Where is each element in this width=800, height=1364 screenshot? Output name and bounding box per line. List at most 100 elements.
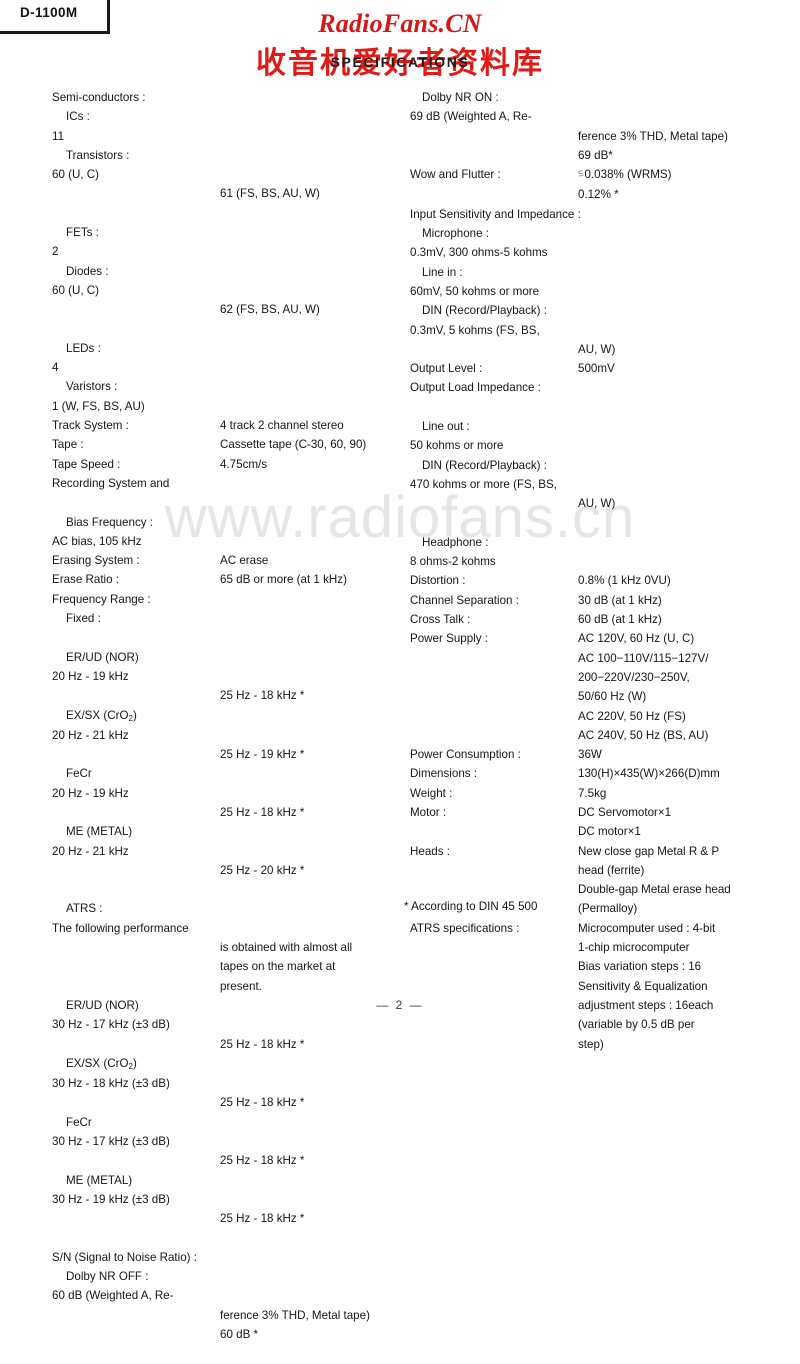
spec-value: 36W	[578, 748, 602, 762]
spec-label: ATRS :	[66, 902, 103, 916]
spec-value: AC bias, 105 kHz	[52, 534, 142, 548]
spec-row: AU, W)	[410, 494, 785, 513]
spec-label: Line in :	[422, 265, 463, 279]
spec-value: ference 3% THD, Metal tape)	[578, 129, 728, 143]
spec-label: Heads :	[410, 844, 450, 858]
spec-value: (Permalloy)	[578, 902, 638, 916]
spec-value: 60 dB *	[220, 1328, 259, 1341]
spec-row: DIN (Record/Playback) : 0.3mV, 5 kohms (F…	[410, 301, 785, 340]
spec-label: Erase Ratio :	[52, 573, 120, 587]
spec-value: 65 dB or more (at 1 kHz)	[220, 573, 347, 587]
spec-label: Dimensions :	[410, 767, 478, 781]
spec-row: ME (METAL) 20 Hz - 21 kHz	[52, 822, 397, 861]
spec-row: Microphone : 0.3mV, 300 ohms-5 kohms	[410, 224, 785, 263]
spec-row: FeCr 20 Hz - 19 kHz	[52, 764, 397, 803]
spec-label: Tape Speed :	[52, 457, 121, 471]
spec-label	[52, 1209, 220, 1228]
spec-label: Microphone :	[422, 227, 490, 241]
spec-label: Distortion :	[410, 574, 466, 588]
spec-value: 30 Hz - 18 kHz (±3 dB)	[52, 1077, 170, 1091]
spec-value: 25 Hz - 18 kHz *	[220, 805, 305, 819]
spec-label: Headphone :	[422, 535, 489, 549]
spec-row: 25 Hz - 18 kHz *	[52, 1151, 397, 1170]
spec-label	[410, 668, 578, 687]
spec-row: 50/60 Hz (W)	[410, 687, 785, 706]
spec-label	[410, 340, 578, 359]
spec-row: Bias variation steps : 16	[410, 957, 785, 976]
spec-label: FeCr	[66, 767, 92, 781]
spec-value: 470 kohms or more (FS, BS,	[410, 477, 557, 491]
spec-row: S/N (Signal to Noise Ratio) :	[52, 1248, 397, 1267]
spec-value: Bias variation steps : 16	[578, 960, 702, 974]
spec-row: 200−220V/230−250V,	[410, 668, 785, 687]
spec-row: ATRS : The following performance	[52, 899, 397, 938]
spec-row: Sensitivity & Equalization	[410, 977, 785, 996]
spec-value: 20 Hz - 21 kHz	[52, 728, 129, 742]
spec-value: 69 dB*	[578, 148, 613, 162]
spec-row: 0.12% *	[410, 185, 785, 204]
spec-row: EX/SX (CrO2) 30 Hz - 18 kHz (±3 dB)	[52, 1054, 397, 1094]
footnote: * According to DIN 45 500	[404, 900, 538, 913]
spec-row: Dolby NR ON : 69 dB (Weighted A, Re-	[410, 88, 785, 127]
spec-label	[410, 957, 578, 976]
spec-row: ICs :11	[52, 107, 397, 146]
spec-label: FeCr	[66, 1115, 92, 1129]
spec-value: 30 dB (at 1 kHz)	[578, 593, 662, 607]
spec-label	[52, 745, 220, 764]
spec-row: AC 240V, 50 Hz (BS, AU)	[410, 726, 785, 745]
spec-value: 20 Hz - 19 kHz	[52, 786, 129, 800]
spec-value: head (ferrite)	[578, 863, 645, 877]
spec-value: 69 dB (Weighted A, Re-	[410, 110, 532, 124]
spec-label	[410, 185, 578, 204]
page-number: — 2 —	[376, 998, 424, 1012]
spec-value: tapes on the market at	[220, 960, 336, 974]
spec-row: Distortion : 0.8% (1 kHz 0VU)	[410, 571, 785, 590]
spec-value: Cassette tape (C-30, 60, 90)	[220, 438, 367, 452]
spec-label: Frequency Range :	[52, 592, 151, 606]
spec-label	[410, 822, 578, 841]
spec-label	[410, 494, 578, 513]
spec-label	[410, 649, 578, 668]
spec-row: Dimensions : 130(H)×435(W)×266(D)mm	[410, 764, 785, 783]
spec-value: 25 Hz - 20 kHz *	[220, 863, 305, 877]
spec-label: Semi-conductors :	[52, 91, 146, 104]
spec-label: EX/SX (CrO2)	[66, 1056, 137, 1071]
spec-label: Output Load Impedance :	[410, 381, 541, 395]
spec-row: ference 3% THD, Metal tape)	[52, 1306, 397, 1325]
spec-row: Heads : New close gap Metal R & P	[410, 842, 785, 861]
spec-label: Recording System and	[52, 476, 170, 490]
spec-value: DC Servomotor×1	[578, 805, 672, 819]
spec-label	[52, 1325, 220, 1344]
spec-row: Headphone : 8 ohms-2 kohms	[410, 533, 785, 572]
spec-row: 25 Hz - 18 kHz *	[52, 1035, 397, 1054]
spec-row: Track System : 4 track 2 channel stereo	[52, 416, 397, 435]
watermark-radiofans-en: RadioFans.CN	[318, 9, 482, 38]
spec-value: ference 3% THD, Metal tape)	[220, 1308, 370, 1322]
spec-row: Power Consumption : 36W	[410, 745, 785, 764]
spec-value: Sensitivity & Equalization	[578, 979, 708, 993]
spec-row: Channel Separation : 30 dB (at 1 kHz)	[410, 591, 785, 610]
spec-value: 60 dB (Weighted A, Re-	[52, 1289, 174, 1303]
spec-row: tapes on the market at	[52, 957, 397, 976]
spec-label	[52, 1035, 220, 1054]
spec-label	[410, 977, 578, 996]
spec-value: 0.8% (1 kHz 0VU)	[578, 574, 671, 588]
spec-value: 20 Hz - 21 kHz	[52, 844, 129, 858]
spec-label	[52, 300, 220, 319]
spec-row: 25 Hz - 19 kHz *	[52, 745, 397, 764]
spec-label	[410, 861, 578, 880]
spec-label	[410, 127, 578, 146]
spec-value: ≤0.038% (WRMS)	[577, 165, 783, 185]
spec-value: 50 kohms or more	[410, 439, 504, 453]
spec-value: 0.3mV, 300 ohms-5 kohms	[410, 246, 548, 260]
spec-row: Varistors : 1 (W, FS, BS, AU)	[52, 377, 397, 416]
spec-label: Dolby NR OFF :	[66, 1270, 149, 1284]
spec-value: 30 Hz - 19 kHz (±3 dB)	[52, 1192, 170, 1206]
spec-row: 25 Hz - 18 kHz *	[52, 1209, 397, 1228]
spec-row: ATRS specifications : Microcomputer used …	[410, 919, 785, 938]
spec-value: 50/60 Hz (W)	[578, 690, 647, 704]
